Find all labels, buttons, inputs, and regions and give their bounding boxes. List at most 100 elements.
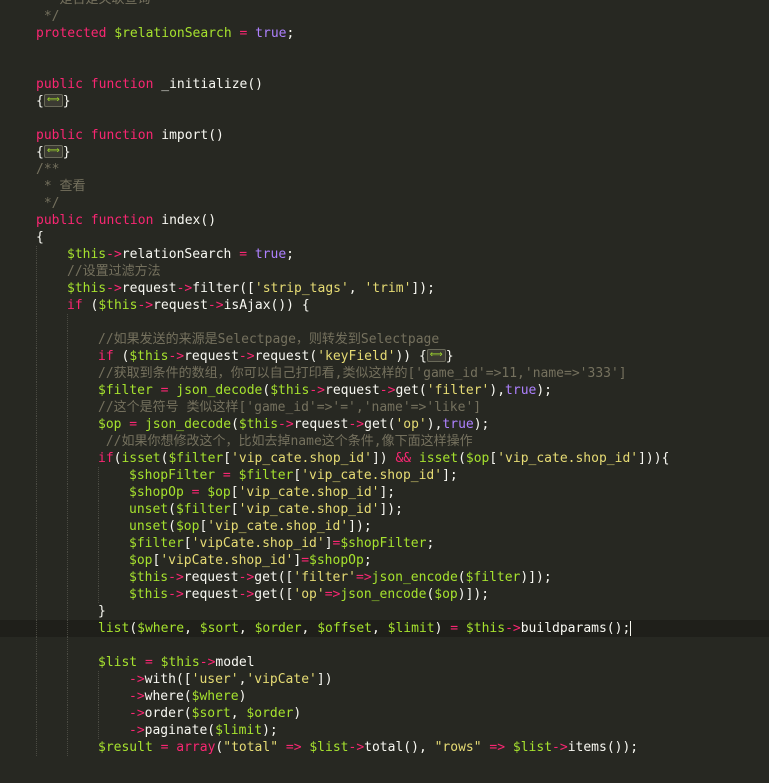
- code-line[interactable]: [0, 110, 769, 127]
- code-token: $result: [98, 740, 153, 755]
- code-line[interactable]: [0, 59, 769, 76]
- code-editor[interactable]: * 是否是关联查询 */protected $relationSearch = …: [0, 0, 769, 783]
- code-line[interactable]: $result = array("total" => $list->total(…: [0, 739, 769, 756]
- code-line[interactable]: public function index(): [0, 212, 769, 229]
- code-token: =: [450, 621, 459, 636]
- code-token: $this: [129, 587, 169, 602]
- code-line[interactable]: $this->relationSearch = true;: [0, 246, 769, 263]
- code-line[interactable]: list($where, $sort, $order, $offset, $li…: [0, 620, 769, 637]
- indent-guide: [36, 722, 37, 739]
- code-line[interactable]: //设置过滤方法: [0, 263, 769, 280]
- indent-guide: [36, 620, 37, 637]
- code-line[interactable]: [0, 314, 769, 331]
- code-line[interactable]: }: [0, 603, 769, 620]
- code-line[interactable]: ->with(['user','vipCate']): [0, 671, 769, 688]
- code-line[interactable]: unset($op['vip_cate.shop_id']);: [0, 518, 769, 535]
- code-token: order(: [144, 706, 192, 721]
- code-line[interactable]: if ($this->request->request('keyField'))…: [0, 348, 769, 365]
- code-token: ->: [137, 298, 154, 313]
- code-line[interactable]: /**: [0, 161, 769, 178]
- code-token: $list: [309, 740, 349, 755]
- code-line[interactable]: //获取到条件的数组，你可以自己打印看,类似这样的['game_id'=>11,…: [0, 365, 769, 382]
- indent-guide: [67, 518, 68, 535]
- code-line[interactable]: $shopFilter = $filter['vip_cate.shop_id'…: [0, 467, 769, 484]
- code-token: $filter: [129, 536, 184, 551]
- code-token: }: [445, 349, 454, 364]
- code-token: //如果发送的来源是Selectpage，则转发到Selectpage: [98, 332, 440, 347]
- code-token: ): [238, 689, 247, 704]
- code-line[interactable]: {: [0, 229, 769, 246]
- code-token: 'strip_tags': [254, 281, 349, 296]
- fold-marker-icon[interactable]: ⟺: [426, 349, 446, 362]
- code-token: =>: [324, 587, 341, 602]
- code-token: $op: [207, 485, 231, 500]
- code-token: ];: [379, 485, 396, 500]
- indent-guide: [36, 348, 37, 365]
- code-line[interactable]: [0, 637, 769, 654]
- code-line[interactable]: $filter['vipCate.shop_id']=$shopFilter;: [0, 535, 769, 552]
- code-token: =>: [278, 740, 310, 755]
- code-token: ->: [168, 587, 184, 602]
- indent-guide: [36, 637, 37, 654]
- code-token: {: [36, 230, 44, 245]
- code-line[interactable]: * 是否是关联查询: [0, 0, 769, 8]
- code-line[interactable]: */: [0, 8, 769, 25]
- indent-guide: [36, 688, 37, 705]
- code-token: ->: [348, 740, 365, 755]
- code-line[interactable]: {⟺}: [0, 93, 769, 110]
- code-line[interactable]: ->order($sort, $order): [0, 705, 769, 722]
- code-line[interactable]: //这个是符号 类似这样['game_id'=>'=','name'=>'lik…: [0, 399, 769, 416]
- code-line[interactable]: $this->request->filter(['strip_tags', 't…: [0, 280, 769, 297]
- code-token: $this: [465, 621, 506, 636]
- code-line[interactable]: $shopOp = $op['vip_cate.shop_id'];: [0, 484, 769, 501]
- code-token: ->: [379, 383, 396, 398]
- indent-guide: [67, 586, 68, 603]
- code-line[interactable]: unset($filter['vip_cate.shop_id']);: [0, 501, 769, 518]
- code-line[interactable]: $this->request->get(['op'=>json_encode($…: [0, 586, 769, 603]
- indent-guide: [36, 501, 37, 518]
- code-token: (: [129, 621, 138, 636]
- code-line[interactable]: * 查看: [0, 178, 769, 195]
- code-line[interactable]: ->where($where): [0, 688, 769, 705]
- code-line[interactable]: public function _initialize(): [0, 76, 769, 93]
- fold-marker-icon[interactable]: ⟺: [43, 94, 63, 107]
- code-token: ->: [129, 689, 145, 704]
- code-token: json_decode: [176, 383, 263, 398]
- code-token: ;: [426, 536, 435, 551]
- code-line[interactable]: $op['vipCate.shop_id']=$shopOp;: [0, 552, 769, 569]
- code-token: ->: [129, 706, 145, 721]
- indent-guide: [36, 314, 37, 331]
- code-line[interactable]: $filter = json_decode($this->request->ge…: [0, 382, 769, 399]
- code-line[interactable]: $op = json_decode($this->request->get('o…: [0, 416, 769, 433]
- code-line[interactable]: $list = $this->model: [0, 654, 769, 671]
- code-line[interactable]: protected $relationSearch = true;: [0, 25, 769, 42]
- code-token: $this: [160, 655, 200, 670]
- code-line[interactable]: //如果你想修改这个，比如去掉name这个条件,像下面这样操作: [0, 433, 769, 450]
- code-area[interactable]: * 是否是关联查询 */protected $relationSearch = …: [0, 0, 769, 756]
- code-line[interactable]: if(isset($filter['vip_cate.shop_id']) &&…: [0, 450, 769, 467]
- code-line[interactable]: if ($this->request->isAjax()) {: [0, 297, 769, 314]
- code-line[interactable]: ->paginate($limit);: [0, 722, 769, 739]
- code-token: "rows": [434, 740, 482, 755]
- code-token: $shopOp: [129, 485, 184, 500]
- code-token: [: [183, 536, 192, 551]
- code-token: request(: [254, 349, 318, 364]
- code-line[interactable]: $this->request->get(['filter'=>json_enco…: [0, 569, 769, 586]
- code-token: $this: [270, 383, 310, 398]
- code-token: if: [98, 349, 114, 364]
- code-line[interactable]: */: [0, 195, 769, 212]
- indent-guide: [36, 739, 37, 756]
- fold-marker-icon[interactable]: ⟺: [43, 145, 63, 158]
- code-token: ->: [238, 570, 255, 585]
- code-line[interactable]: public function import(): [0, 127, 769, 144]
- code-line[interactable]: [0, 42, 769, 59]
- code-line[interactable]: //如果发送的来源是Selectpage，则转发到Selectpage: [0, 331, 769, 348]
- code-token: =: [231, 247, 255, 262]
- indent-guide: [36, 297, 37, 314]
- code-token: */: [36, 196, 60, 211]
- code-token: isset: [418, 451, 459, 466]
- code-line[interactable]: {⟺}: [0, 144, 769, 161]
